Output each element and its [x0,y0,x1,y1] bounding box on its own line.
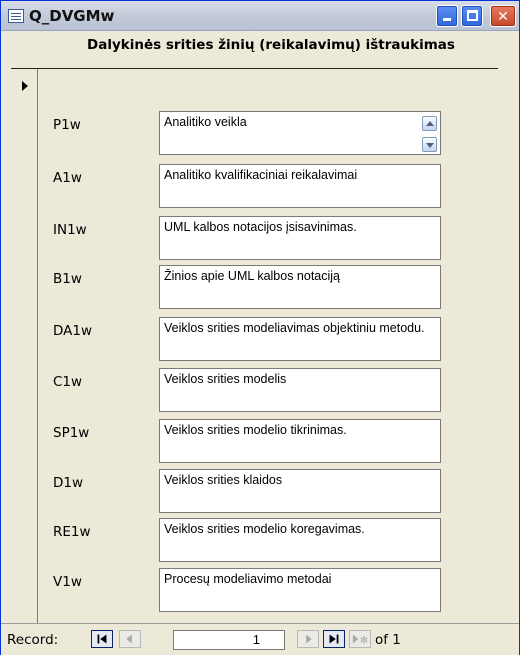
field-label: RE1w [53,524,91,540]
field-value: Analitiko veikla [164,115,247,129]
field-label: DA1w [53,323,93,339]
field-row-a1w: A1w Analitiko kvalifikaciniai reikalavim… [53,164,493,212]
form-icon [8,9,24,23]
record-count: of 1 [375,632,401,648]
next-record-button[interactable] [297,630,319,648]
text-field[interactable]: Analitiko veikla [159,111,441,155]
scroll-down-icon [426,143,434,148]
close-button[interactable]: ✕ [490,5,516,27]
form-header-title: Dalykinės srities žinių (reikalavimų) iš… [87,37,455,53]
next-record-icon [306,634,312,644]
text-field[interactable]: Veiklos srities klaidos [159,469,441,513]
text-field[interactable]: Procesų modeliavimo metodai [159,568,441,612]
scroll-up-icon [426,121,434,126]
header-divider [11,68,498,69]
field-row-b1w: B1w Žinios apie UML kalbos notaciją [53,265,493,313]
text-field[interactable]: Veiklos srities modelio tikrinimas. [159,419,441,463]
previous-record-icon [126,634,132,644]
field-row-v1w: V1w Procesų modeliavimo metodai [53,568,493,616]
current-record-arrow-icon [22,81,28,91]
field-row-in1w: IN1w UML kalbos notacijos įsisavinimas. [53,216,493,264]
text-field[interactable]: Žinios apie UML kalbos notaciją [159,265,441,309]
maximize-button[interactable] [461,5,483,27]
field-row-d1w: D1w Veiklos srities klaidos [53,469,493,517]
record-number-input[interactable]: 1 [173,630,285,650]
text-field[interactable]: Veiklos srities modeliavimas objektiniu … [159,317,441,361]
field-row-sp1w: SP1w Veiklos srities modelio tikrinimas. [53,419,493,467]
text-field[interactable]: Veiklos srities modelio koregavimas. [159,518,441,562]
first-record-button[interactable] [91,630,113,648]
maximize-icon [467,10,478,21]
record-label: Record: [7,632,59,648]
window-title: Q_DVGMw [29,7,115,25]
field-label: IN1w [53,222,87,238]
new-record-icon: ✻ [352,634,368,646]
last-record-icon [329,634,339,644]
field-label: C1w [53,374,83,390]
last-record-button[interactable] [323,630,345,648]
field-label: V1w [53,574,82,590]
field-label: SP1w [53,425,90,441]
new-record-button[interactable]: ✻ [349,630,371,648]
field-label: D1w [53,475,84,491]
field-label: P1w [53,117,81,133]
field-row-da1w: DA1w Veiklos srities modeliavimas objekt… [53,317,493,365]
text-field[interactable]: UML kalbos notacijos įsisavinimas. [159,216,441,260]
field-row-re1w: RE1w Veiklos srities modelio koregavimas… [53,518,493,566]
close-icon: ✕ [497,8,509,24]
minimize-button[interactable] [436,5,458,27]
minimize-icon [443,18,451,21]
field-label: A1w [53,170,82,186]
previous-record-button[interactable] [119,630,141,648]
text-field[interactable]: Veiklos srities modelis [159,368,441,412]
first-record-icon [97,634,107,644]
svg-text:✻: ✻ [360,635,368,646]
scroll-down-button[interactable] [422,137,437,152]
scroll-up-button[interactable] [422,116,437,131]
field-row-c1w: C1w Veiklos srities modelis [53,368,493,416]
record-selector[interactable] [18,69,38,624]
access-form-window: Q_DVGMw ✕ Dalykinės srities žinių (reika… [0,0,520,655]
field-label: B1w [53,271,82,287]
text-field[interactable]: Analitiko kvalifikaciniai reikalavimai [159,164,441,208]
record-navigation-bar: Record: 1 ✻ of 1 [1,623,519,655]
field-row-p1w: P1w Analitiko veikla [53,111,493,159]
title-bar[interactable]: Q_DVGMw ✕ [1,1,519,31]
